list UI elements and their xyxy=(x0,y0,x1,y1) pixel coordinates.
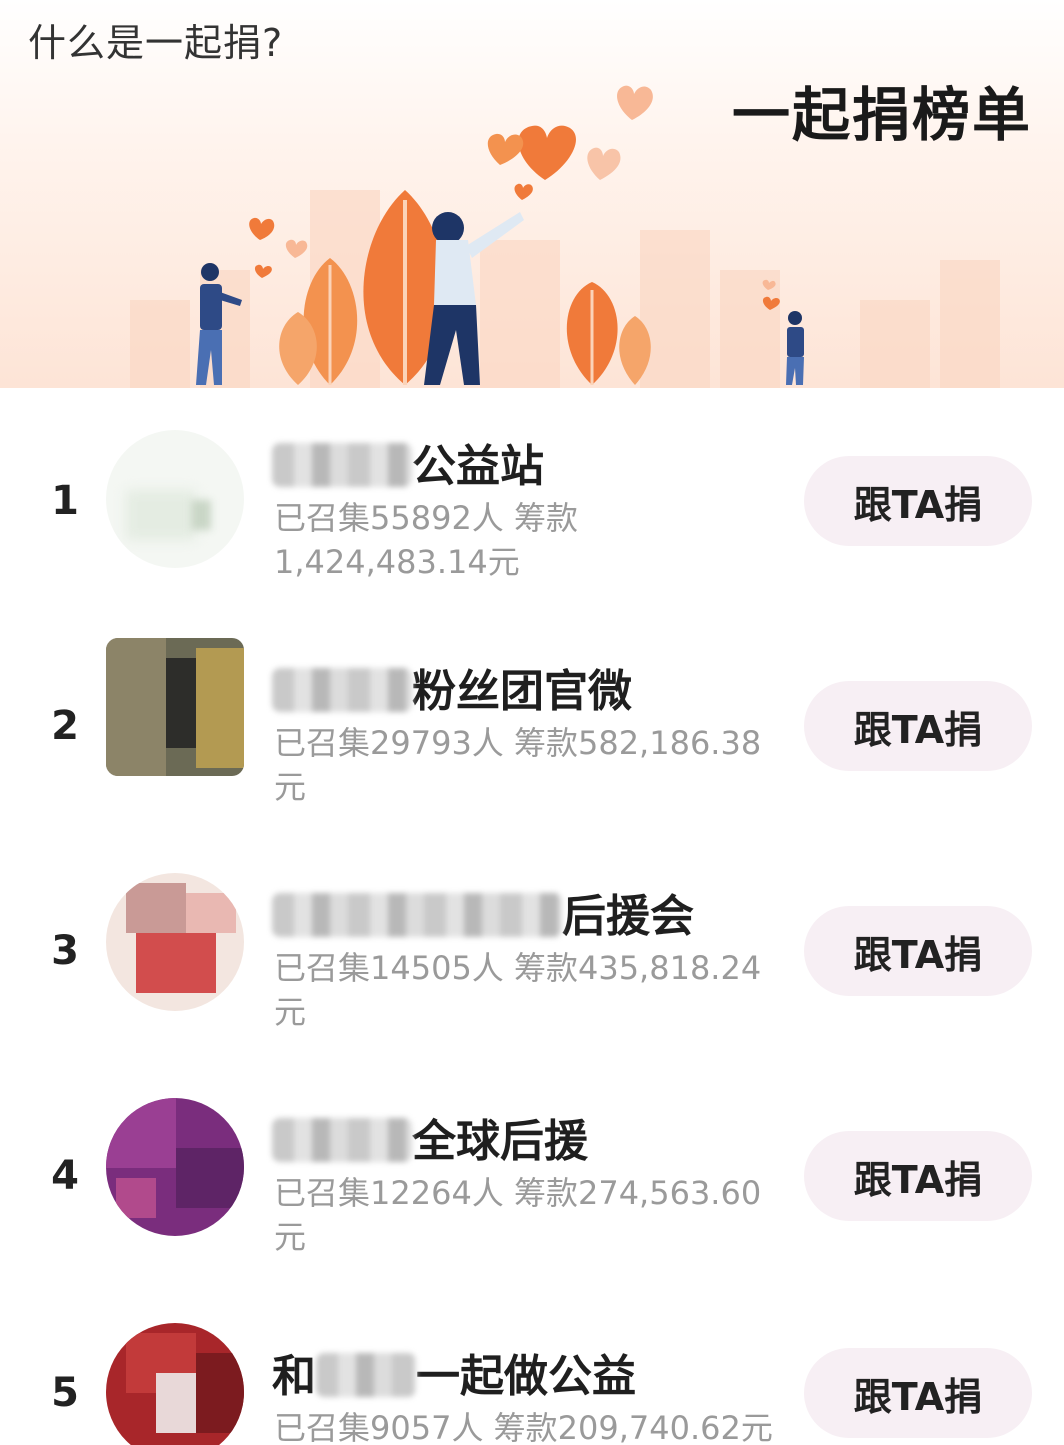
stats-text: 已召集29793人 筹款582,186.38元 xyxy=(274,724,762,806)
avatar[interactable] xyxy=(106,1323,244,1445)
list-item: 3 后援会 已召集14505人 筹款435,818.24元 跟TA捐 xyxy=(0,838,1064,1063)
page-title: 一起捐榜单 xyxy=(731,81,1032,149)
redacted-name xyxy=(316,1353,416,1397)
donate-together-button[interactable]: 跟TA捐 xyxy=(804,1348,1032,1438)
org-name: 公益站 xyxy=(272,430,544,494)
stats-text: 已召集9057人 筹款209,740.62元 xyxy=(274,1409,773,1445)
stats-text: 已召集14505人 筹款435,818.24元 xyxy=(274,949,762,1031)
what-is-link[interactable]: 什么是一起捐? xyxy=(28,12,283,67)
rank-number: 3 xyxy=(51,928,79,974)
avatar[interactable] xyxy=(106,1098,244,1236)
list-item: 1 公益站 已召集55892人 筹款 1,424,483.14元 跟TA捐 xyxy=(0,388,1064,613)
avatar[interactable] xyxy=(106,873,244,1011)
donate-together-button[interactable]: 跟TA捐 xyxy=(804,1131,1032,1221)
redacted-name xyxy=(272,1118,412,1162)
redacted-name xyxy=(272,668,412,712)
rank-number: 5 xyxy=(51,1370,79,1416)
org-name: 全球后援 xyxy=(272,1105,588,1169)
stats-text: 已召集55892人 筹款 1,424,483.14元 xyxy=(274,499,578,581)
rank-number: 1 xyxy=(51,478,79,524)
avatar[interactable] xyxy=(106,430,244,568)
banner: 什么是一起捐? 一起捐榜单 xyxy=(0,0,1064,388)
redacted-name xyxy=(272,443,412,487)
rank-number: 2 xyxy=(51,703,79,749)
donate-together-button[interactable]: 跟TA捐 xyxy=(804,681,1032,771)
list-item: 4 全球后援 已召集12264人 筹款274,563.60元 跟TA捐 xyxy=(0,1063,1064,1288)
org-name: 粉丝团官微 xyxy=(272,655,632,719)
list-item: 2 粉丝团官微 已召集29793人 筹款582,186.38元 跟TA捐 xyxy=(0,613,1064,838)
ranking-list: 1 公益站 已召集55892人 筹款 1,424,483.14元 跟TA捐 2 … xyxy=(0,388,1064,1445)
rank-number: 4 xyxy=(51,1153,79,1199)
donate-together-button[interactable]: 跟TA捐 xyxy=(804,906,1032,996)
avatar[interactable] xyxy=(106,638,244,776)
org-name: 和一起做公益 xyxy=(272,1351,636,1402)
donate-together-button[interactable]: 跟TA捐 xyxy=(804,456,1032,546)
stats-text: 已召集12264人 筹款274,563.60元 xyxy=(274,1174,762,1256)
org-name: 后援会 xyxy=(272,880,694,944)
list-item: 5 和一起做公益 已召集9057人 筹款209,740.62元 跟TA捐 xyxy=(0,1288,1064,1445)
redacted-name xyxy=(272,893,562,937)
